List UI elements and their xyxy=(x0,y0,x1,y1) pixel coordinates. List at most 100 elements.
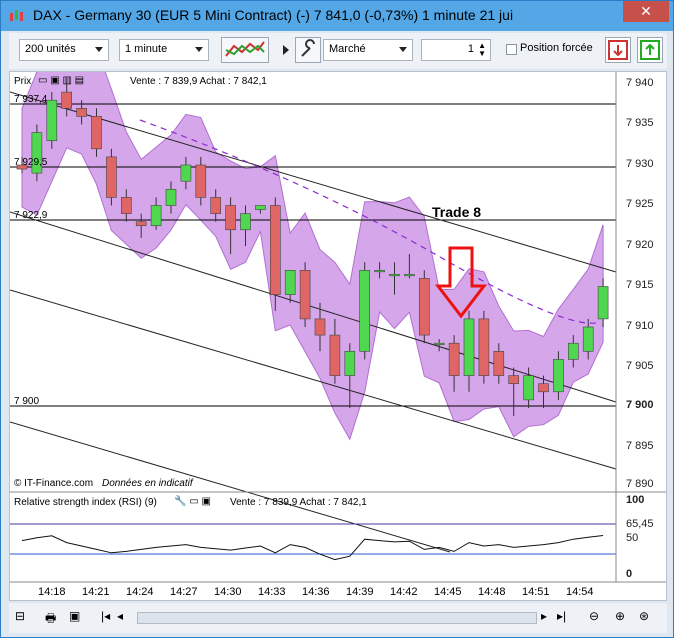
candle xyxy=(76,107,87,117)
candle xyxy=(329,334,341,376)
price-panel-label: Prix xyxy=(14,76,32,87)
candle xyxy=(374,270,385,273)
indicators-icon xyxy=(225,41,265,57)
indicators-button[interactable] xyxy=(221,37,269,63)
candle xyxy=(61,91,73,109)
candle xyxy=(106,156,117,198)
panel-icons[interactable]: ▭ ▣ ▥ ▤ xyxy=(38,75,84,86)
candle xyxy=(255,205,266,210)
stepper-arrows-icon[interactable]: ▲ ▼ xyxy=(478,42,486,58)
candle xyxy=(344,350,356,376)
camera-icon[interactable]: ▣ xyxy=(69,609,87,627)
time-tick: 14:24 xyxy=(126,586,154,598)
bottom-toolbar: ⊟ 🖶 ▣ |◂ ◂ ▸ ▸| ⊖ ⊕ ⊛ xyxy=(9,603,667,633)
sell-button[interactable] xyxy=(605,37,631,63)
rsi-quote-text: Vente : 7 839,9 Achat : 7 842,1 xyxy=(230,497,367,508)
y-tick: 7 920 xyxy=(626,239,654,251)
chevron-down-icon xyxy=(195,47,203,52)
candle xyxy=(389,274,400,277)
zoom-out-icon[interactable]: ⊟ xyxy=(15,609,33,627)
y-tick: 7 930 xyxy=(626,158,654,170)
time-tick: 14:36 xyxy=(302,586,330,598)
app-window: DAX - Germany 30 (EUR 5 Mini Contract) (… xyxy=(0,0,674,638)
candle xyxy=(523,375,534,401)
chart-svg[interactable] xyxy=(9,24,666,600)
rsi-tick: 50 xyxy=(626,532,639,544)
time-tick: 14:48 xyxy=(478,586,506,598)
candle xyxy=(284,270,296,295)
price-quote-text: Vente : 7 839,9 Achat : 7 842,1 xyxy=(130,76,267,87)
buy-button[interactable] xyxy=(637,37,663,63)
time-tick: 14:51 xyxy=(522,586,550,598)
time-tick: 14:42 xyxy=(390,586,418,598)
candle xyxy=(165,189,177,206)
data-note-label: Données en indicatif xyxy=(102,478,193,489)
rsi-panel-icons[interactable]: 🔧 ▭ ▣ xyxy=(174,496,211,507)
quantity-stepper[interactable]: 1 ▲ ▼ xyxy=(421,39,491,61)
candle xyxy=(508,375,520,385)
candle xyxy=(448,342,460,376)
candle xyxy=(359,270,371,352)
rsi-tick: 0 xyxy=(626,568,633,580)
forced-position-checkbox[interactable] xyxy=(506,44,517,55)
y-tick: 7 925 xyxy=(626,198,654,210)
buy-arrow-icon xyxy=(640,40,660,60)
candle xyxy=(463,318,475,376)
order-type-select[interactable]: Marché xyxy=(323,39,413,61)
candle xyxy=(418,278,430,336)
zoom-fit-icon[interactable]: ⊛ xyxy=(639,609,657,627)
order-type-value: Marché xyxy=(329,43,366,55)
zoom-plus-icon[interactable]: ⊕ xyxy=(615,609,633,627)
app-chart-icon xyxy=(10,10,23,21)
candle xyxy=(433,342,445,346)
candle xyxy=(121,197,132,214)
candle xyxy=(404,274,415,277)
candle xyxy=(299,270,311,320)
wrench-button[interactable] xyxy=(295,37,321,63)
chart-area[interactable]: Prix ▭ ▣ ▥ ▤ Vente : 7 839,9 Achat : 7 8… xyxy=(9,24,667,601)
units-select[interactable]: 200 unités xyxy=(19,39,109,61)
title-bar: DAX - Germany 30 (EUR 5 Mini Contract) (… xyxy=(1,1,673,31)
source-label: © IT-Finance.com xyxy=(14,478,94,489)
candle xyxy=(240,213,251,231)
y-tick: 7 905 xyxy=(626,360,654,372)
time-tick: 14:30 xyxy=(214,586,242,598)
candle xyxy=(195,164,207,198)
scroll-left-icon[interactable]: ◂ xyxy=(117,609,135,627)
level-label-1: 7 937,4 xyxy=(14,94,48,105)
time-tick: 14:21 xyxy=(82,586,110,598)
y-tick: 7 940 xyxy=(626,77,654,89)
y-tick: 7 900 xyxy=(626,399,654,411)
candle xyxy=(150,205,162,227)
print-icon[interactable]: 🖶 xyxy=(45,609,63,627)
close-button[interactable]: ✕ xyxy=(623,1,669,22)
time-tick: 14:54 xyxy=(566,586,594,598)
level-label-3: 7 922,9 xyxy=(14,210,48,221)
chevron-down-icon xyxy=(399,47,407,52)
candle xyxy=(180,164,192,182)
rsi-panel-label: Relative strength index (RSI) (9) xyxy=(14,497,157,508)
candle xyxy=(567,342,579,360)
zoom-minus-icon[interactable]: ⊖ xyxy=(589,609,607,627)
chevron-down-icon xyxy=(95,47,103,52)
candle xyxy=(314,318,326,336)
window-title: DAX - Germany 30 (EUR 5 Mini Contract) (… xyxy=(33,7,514,23)
last-page-icon[interactable]: ▸| xyxy=(557,609,575,627)
time-tick: 14:27 xyxy=(170,586,198,598)
candle xyxy=(582,326,594,352)
level-label-4: 7 900 xyxy=(14,396,40,407)
candle xyxy=(478,318,490,376)
rsi-tick: 65,45 xyxy=(626,518,654,530)
rsi-line xyxy=(21,535,604,561)
timeframe-select[interactable]: 1 minute xyxy=(119,39,209,61)
level-label-2: 7 929,5 xyxy=(14,157,48,168)
y-tick: 7 935 xyxy=(626,117,654,129)
y-tick: 7 895 xyxy=(626,440,654,452)
collapse-arrow-icon[interactable] xyxy=(283,45,289,55)
time-tick: 14:18 xyxy=(38,586,66,598)
sell-arrow-icon xyxy=(608,40,628,60)
y-tick: 7 890 xyxy=(626,478,654,490)
horizontal-scrollbar[interactable] xyxy=(137,612,537,624)
candle xyxy=(493,350,505,376)
forced-position-label: Position forcée xyxy=(520,42,593,54)
